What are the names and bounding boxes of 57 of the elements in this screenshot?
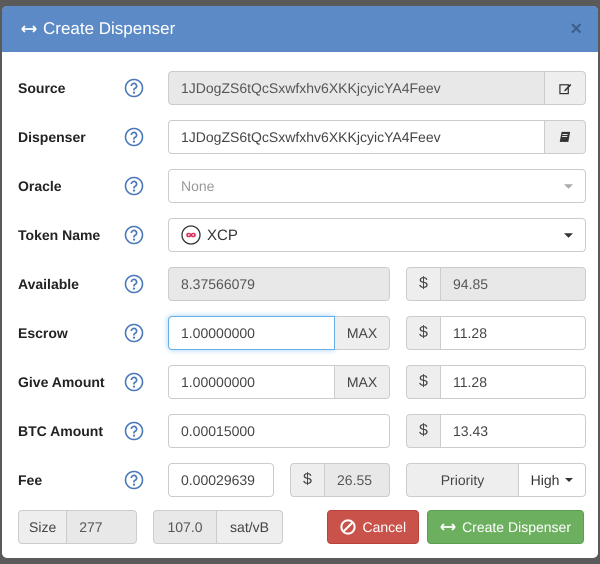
help-icon[interactable] bbox=[124, 372, 144, 392]
fee-usd-value: 26.55 bbox=[324, 463, 390, 497]
max-button[interactable]: MAX bbox=[335, 365, 390, 399]
priority-label: Priority bbox=[406, 463, 518, 497]
fee-field[interactable]: 0.00029639 bbox=[168, 463, 274, 497]
currency-addon: $ bbox=[406, 414, 440, 448]
token-select[interactable]: XCP bbox=[168, 218, 586, 252]
size-value: 277 bbox=[66, 510, 137, 544]
amount-field[interactable]: 1.00000000 bbox=[168, 316, 335, 350]
usd-field[interactable]: 11.28 bbox=[440, 365, 586, 399]
field-label: Dispenser bbox=[18, 129, 87, 145]
caret-icon bbox=[565, 478, 574, 482]
help-icon[interactable] bbox=[124, 127, 144, 147]
cancel-icon bbox=[340, 519, 356, 535]
currency-addon: $ bbox=[406, 365, 440, 399]
address-field[interactable]: 1JDogZS6tQcSxwfxhv6XKKjcyicYA4Feev bbox=[168, 120, 545, 154]
help-icon[interactable] bbox=[124, 421, 144, 441]
dialog-title: Create Dispenser bbox=[43, 19, 176, 39]
amount-field[interactable]: 0.00015000 bbox=[168, 414, 390, 448]
token-logo-icon bbox=[181, 225, 201, 245]
address-field[interactable]: 1JDogZS6tQcSxwfxhv6XKKjcyicYA4Feev bbox=[168, 71, 545, 105]
max-button[interactable]: MAX bbox=[335, 316, 390, 350]
field-label: Escrow bbox=[18, 325, 69, 341]
currency-addon: $ bbox=[290, 463, 324, 497]
book-icon bbox=[559, 131, 571, 143]
edit-icon bbox=[558, 82, 572, 94]
help-icon[interactable] bbox=[124, 323, 144, 343]
field-label: Give Amount bbox=[18, 374, 106, 390]
usd-field[interactable]: 94.85 bbox=[440, 267, 586, 301]
currency-addon: $ bbox=[406, 316, 440, 350]
field-label: Fee bbox=[18, 472, 44, 488]
currency-addon: $ bbox=[406, 267, 440, 301]
field-label: Source bbox=[18, 80, 66, 96]
help-icon[interactable] bbox=[124, 274, 144, 294]
double-arrow-icon bbox=[21, 25, 37, 33]
edit-button[interactable] bbox=[545, 71, 586, 105]
address-book-button[interactable] bbox=[545, 120, 586, 154]
usd-field[interactable]: 13.43 bbox=[440, 414, 586, 448]
amount-field[interactable]: 1.00000000 bbox=[168, 365, 335, 399]
help-icon[interactable] bbox=[124, 176, 144, 196]
field-label: Token Name bbox=[18, 227, 102, 243]
field-label: Available bbox=[18, 276, 80, 292]
field-label: BTC Amount bbox=[18, 423, 104, 439]
caret-icon bbox=[564, 184, 573, 188]
size-label: Size bbox=[18, 510, 66, 544]
fee-rate-unit: sat/vB bbox=[217, 510, 283, 544]
help-icon[interactable] bbox=[124, 470, 144, 490]
help-icon[interactable] bbox=[124, 78, 144, 98]
priority-dropdown[interactable]: High bbox=[518, 463, 586, 497]
fee-rate-value: 107.0 bbox=[153, 510, 217, 544]
cancel-button[interactable]: Cancel bbox=[327, 510, 420, 544]
usd-field[interactable]: 11.28 bbox=[440, 316, 586, 350]
field-label: Oracle bbox=[18, 178, 63, 194]
caret-icon bbox=[564, 232, 573, 238]
amount-field[interactable]: 8.37566079 bbox=[168, 267, 390, 301]
double-arrow-icon bbox=[440, 523, 456, 531]
help-icon[interactable] bbox=[124, 225, 144, 245]
